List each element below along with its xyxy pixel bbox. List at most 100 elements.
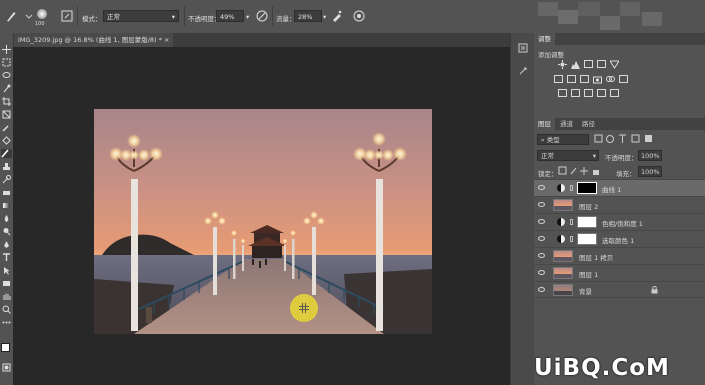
type-tool-icon[interactable] bbox=[2, 253, 11, 262]
chain-link-icon[interactable] bbox=[570, 219, 573, 225]
layer-row[interactable]: 背景 bbox=[534, 281, 705, 298]
tab-adjustments[interactable]: 调整 bbox=[534, 33, 555, 45]
chain-link-icon[interactable] bbox=[570, 236, 573, 242]
pressure-opacity-icon[interactable] bbox=[255, 9, 269, 23]
properties-panel-icon[interactable] bbox=[518, 66, 528, 76]
layer-name[interactable]: 色相/饱和度 1 bbox=[602, 218, 643, 228]
lock-position-icon[interactable] bbox=[580, 167, 588, 175]
tab-layers[interactable]: 图层 bbox=[534, 118, 555, 130]
layer-name[interactable]: 图层 1 拷贝 bbox=[579, 252, 613, 262]
invert-icon[interactable] bbox=[558, 89, 567, 97]
gradient-map-icon[interactable] bbox=[610, 89, 619, 97]
gradient-tool-icon[interactable] bbox=[2, 201, 11, 210]
more-tools-icon[interactable] bbox=[2, 318, 11, 327]
chevron-down-icon[interactable]: ▾ bbox=[323, 13, 326, 21]
exposure-icon[interactable] bbox=[597, 60, 606, 68]
chevron-down-icon[interactable]: ▾ bbox=[246, 13, 249, 21]
visibility-eye-icon[interactable] bbox=[538, 185, 545, 190]
smart-object-filter-icon[interactable] bbox=[645, 135, 652, 142]
visibility-eye-icon[interactable] bbox=[538, 202, 545, 207]
path-select-tool-icon[interactable] bbox=[2, 266, 11, 275]
posterize-icon[interactable] bbox=[571, 89, 580, 97]
layer-kind-filter[interactable]: ⌕ 类型 bbox=[537, 134, 589, 145]
brightness-contrast-icon[interactable] bbox=[558, 60, 567, 69]
fill-field[interactable]: 100% bbox=[638, 166, 662, 177]
tab-channels[interactable]: 通道 bbox=[556, 118, 577, 130]
crop-tool-icon[interactable] bbox=[2, 97, 11, 106]
layer-name[interactable]: 选取颜色 1 bbox=[602, 235, 634, 245]
layer-row[interactable]: 图层 1 拷贝 bbox=[534, 247, 705, 264]
clone-stamp-tool-icon[interactable] bbox=[2, 162, 11, 171]
brush-tool-icon[interactable] bbox=[4, 9, 18, 23]
type-filter-icon[interactable] bbox=[619, 134, 626, 143]
brush-panel-icon[interactable] bbox=[60, 9, 74, 23]
marquee-tool-icon[interactable] bbox=[2, 58, 11, 67]
chain-link-icon[interactable] bbox=[570, 185, 573, 191]
layer-row[interactable]: 图层 2 bbox=[534, 196, 705, 213]
rectangle-tool-icon[interactable] bbox=[2, 279, 11, 288]
layer-row[interactable]: 选取颜色 1 bbox=[534, 230, 705, 247]
healing-brush-tool-icon[interactable] bbox=[2, 136, 11, 145]
layer-thumbnail[interactable] bbox=[553, 267, 573, 279]
hue-saturation-icon[interactable] bbox=[554, 75, 563, 83]
shape-filter-icon[interactable] bbox=[631, 134, 640, 143]
lasso-tool-icon[interactable] bbox=[2, 71, 11, 80]
layer-name[interactable]: 背景 bbox=[579, 286, 592, 296]
foreground-color-swatch[interactable] bbox=[1, 343, 10, 352]
history-panel-icon[interactable] bbox=[518, 43, 528, 53]
flow-field[interactable]: 28% bbox=[294, 10, 322, 22]
opacity-field[interactable]: 49% bbox=[216, 10, 244, 22]
dodge-tool-icon[interactable] bbox=[2, 227, 11, 236]
history-brush-tool-icon[interactable] bbox=[2, 175, 11, 184]
quick-mask-icon[interactable] bbox=[2, 363, 11, 372]
layer-mask-thumbnail[interactable] bbox=[577, 216, 597, 228]
lock-transparency-icon[interactable] bbox=[558, 166, 567, 175]
layer-mask-thumbnail[interactable] bbox=[577, 233, 597, 245]
layer-row[interactable]: 图层 1 bbox=[534, 264, 705, 281]
visibility-eye-icon[interactable] bbox=[538, 287, 545, 292]
threshold-icon[interactable] bbox=[584, 89, 593, 97]
black-white-icon[interactable] bbox=[580, 75, 589, 83]
frame-tool-icon[interactable] bbox=[2, 110, 11, 119]
visibility-eye-icon[interactable] bbox=[538, 253, 545, 258]
eyedropper-tool-icon[interactable] bbox=[2, 123, 11, 132]
zoom-tool-icon[interactable] bbox=[2, 305, 11, 314]
pen-tool-icon[interactable] bbox=[2, 240, 11, 249]
tab-paths[interactable]: 路径 bbox=[578, 118, 599, 130]
document-image[interactable] bbox=[94, 109, 432, 334]
visibility-eye-icon[interactable] bbox=[538, 219, 545, 224]
selective-color-icon[interactable] bbox=[597, 89, 606, 97]
color-lookup-icon[interactable] bbox=[619, 75, 628, 83]
photo-filter-icon[interactable] bbox=[593, 75, 602, 84]
layer-thumbnail[interactable] bbox=[553, 199, 573, 211]
adjustment-filter-icon[interactable] bbox=[606, 135, 614, 143]
layer-row[interactable]: 色相/饱和度 1 bbox=[534, 213, 705, 230]
channel-mixer-icon[interactable] bbox=[606, 75, 615, 84]
layer-opacity-field[interactable]: 100% bbox=[638, 150, 662, 161]
lock-all-icon[interactable] bbox=[593, 170, 599, 175]
brush-tool-icon[interactable] bbox=[1, 149, 12, 158]
layer-row[interactable]: 曲线 1 bbox=[534, 179, 705, 196]
hand-tool-icon[interactable] bbox=[2, 292, 11, 301]
airbrush-icon[interactable] bbox=[330, 9, 344, 23]
layer-name[interactable]: 图层 1 bbox=[579, 269, 598, 279]
visibility-eye-icon[interactable] bbox=[538, 270, 545, 275]
document-tab[interactable]: IMG_3209.jpg @ 16.8% (曲线 1, 图层蒙版/8) * × bbox=[13, 33, 173, 47]
vibrance-icon[interactable] bbox=[610, 60, 619, 69]
pixel-filter-icon[interactable] bbox=[594, 134, 603, 143]
mode-select[interactable]: 正常 ▾ bbox=[103, 10, 179, 22]
move-tool-icon[interactable] bbox=[2, 45, 11, 54]
layer-thumbnail[interactable] bbox=[553, 284, 573, 296]
layer-thumbnail[interactable] bbox=[553, 250, 573, 262]
lock-pixels-icon[interactable] bbox=[570, 167, 577, 175]
visibility-eye-icon[interactable] bbox=[538, 236, 545, 241]
curves-icon[interactable] bbox=[584, 60, 593, 68]
pressure-size-icon[interactable] bbox=[352, 9, 366, 23]
brush-preset-picker[interactable]: 100 bbox=[33, 7, 53, 29]
levels-icon[interactable] bbox=[571, 60, 580, 69]
layer-name[interactable]: 曲线 1 bbox=[602, 184, 621, 194]
quick-select-tool-icon[interactable] bbox=[2, 84, 11, 93]
layer-name[interactable]: 图层 2 bbox=[579, 201, 598, 211]
layer-mask-thumbnail[interactable] bbox=[577, 182, 597, 194]
color-balance-icon[interactable] bbox=[567, 75, 576, 83]
